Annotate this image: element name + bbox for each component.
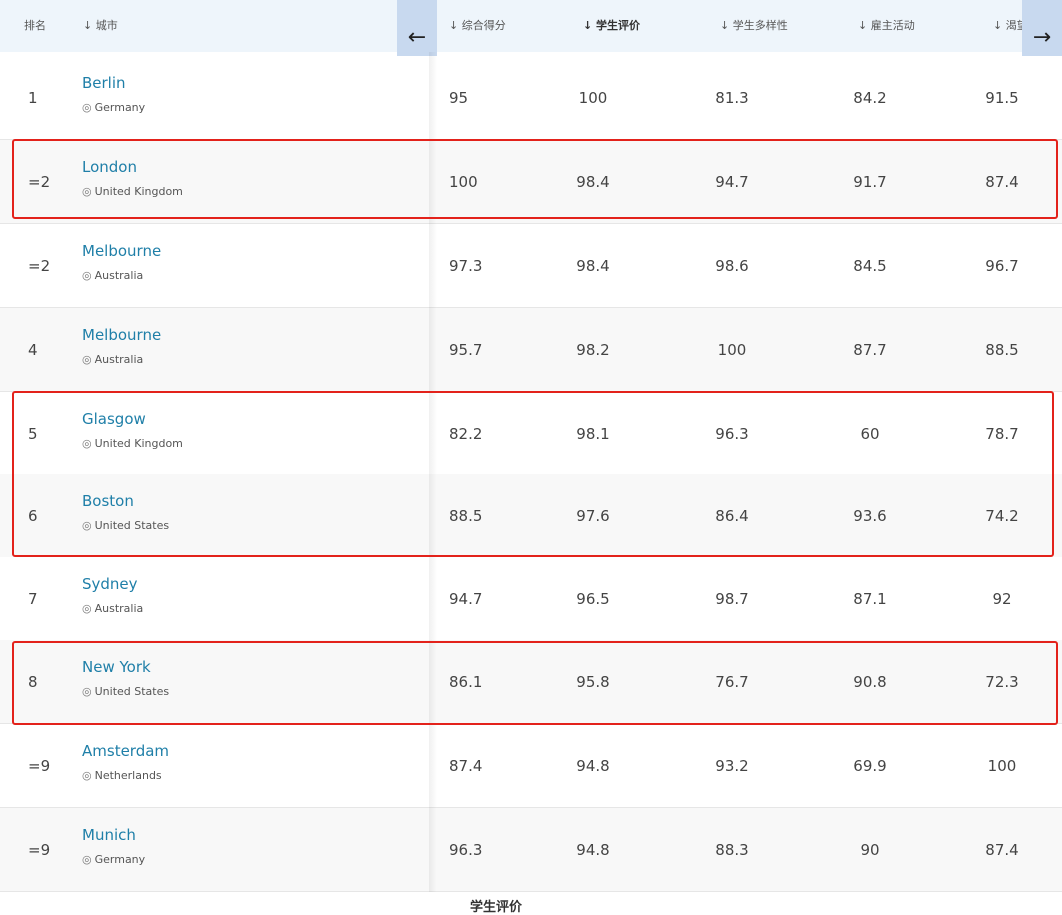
rank-cell: =9 xyxy=(28,757,51,775)
country-text: Australia xyxy=(94,353,144,366)
value-overall: 95 xyxy=(449,89,469,107)
location-pin-icon: ◎ xyxy=(82,353,92,366)
highlight-box-new-york xyxy=(12,641,1058,725)
value-student-view: 100 xyxy=(578,89,608,107)
city-link[interactable]: Berlin xyxy=(82,74,126,92)
country-label: ◎ Netherlands xyxy=(82,769,162,782)
city-link[interactable]: Munich xyxy=(82,826,136,844)
value-employer: 84.5 xyxy=(853,257,887,275)
value-employer: 87.1 xyxy=(853,590,887,608)
city-link[interactable]: Melbourne xyxy=(82,242,161,260)
arrow-left-icon: ← xyxy=(407,24,427,50)
value-employer: 84.2 xyxy=(853,89,887,107)
location-pin-icon: ◎ xyxy=(82,101,92,114)
header-diversity[interactable]: ↓ 学生多样性 xyxy=(720,17,788,33)
value-student-view: 98.2 xyxy=(576,341,610,359)
value-diversity: 93.2 xyxy=(715,757,749,775)
value-overall: 97.3 xyxy=(449,257,483,275)
rank-cell: =2 xyxy=(28,257,51,275)
value-employer: 69.9 xyxy=(853,757,887,775)
country-text: Australia xyxy=(94,602,144,615)
table-row: 1 Berlin ◎ Germany 95 100 81.3 84.2 91.5 xyxy=(0,56,1062,140)
table-row: =2 Melbourne ◎ Australia 97.3 98.4 98.6 84.5 96.… xyxy=(0,224,1062,308)
header-city[interactable]: ↓ 城市 xyxy=(83,17,118,33)
value-last: 96.7 xyxy=(985,257,1019,275)
city-link[interactable]: Amsterdam xyxy=(82,742,169,760)
rank-cell: 7 xyxy=(28,590,38,608)
location-pin-icon: ◎ xyxy=(82,769,92,782)
table-row: =9 Amsterdam ◎ Netherlands 87.4 94.8 93.2 69.9 1… xyxy=(0,724,1062,808)
table-header: 排名 ↓ 城市 ↓ 综合得分 ↓ 学生评价 ↓ 学生多样性 ↓ 雇主活动 ↓ 渴… xyxy=(0,0,1062,52)
value-overall: 94.7 xyxy=(449,590,483,608)
country-label: ◎ Germany xyxy=(82,853,145,866)
value-employer: 87.7 xyxy=(853,341,887,359)
value-diversity: 100 xyxy=(717,341,747,359)
value-student-view: 98.4 xyxy=(576,257,610,275)
value-diversity: 98.7 xyxy=(715,590,749,608)
country-text: Netherlands xyxy=(94,769,162,782)
value-last: 100 xyxy=(987,757,1017,775)
arrow-right-icon: → xyxy=(1032,24,1052,50)
country-label: ◎ Australia xyxy=(82,353,143,366)
value-last: 92 xyxy=(992,590,1012,608)
row-divider xyxy=(0,891,1062,892)
value-student-view: 96.5 xyxy=(576,590,610,608)
city-link[interactable]: Sydney xyxy=(82,575,138,593)
table-row: 7 Sydney ◎ Australia 94.7 96.5 98.7 87.1 92 xyxy=(0,557,1062,641)
country-label: ◎ Australia xyxy=(82,269,143,282)
rank-cell: 1 xyxy=(28,89,38,107)
rank-cell: =9 xyxy=(28,841,51,859)
location-pin-icon: ◎ xyxy=(82,602,92,615)
value-last: 91.5 xyxy=(985,89,1019,107)
country-text: Australia xyxy=(94,269,144,282)
table-row: 4 Melbourne ◎ Australia 95.7 98.2 100 87.7 88.5 xyxy=(0,308,1062,392)
country-label: ◎ Australia xyxy=(82,602,143,615)
value-diversity: 81.3 xyxy=(715,89,749,107)
value-employer: 90 xyxy=(860,841,880,859)
header-rank[interactable]: 排名 xyxy=(24,17,46,33)
value-student-view: 94.8 xyxy=(576,757,610,775)
location-pin-icon: ◎ xyxy=(82,269,92,282)
country-label: ◎ Germany xyxy=(82,101,145,114)
country-text: Germany xyxy=(94,101,146,114)
highlight-box-london xyxy=(12,139,1058,219)
value-overall: 95.7 xyxy=(449,341,483,359)
city-link[interactable]: Melbourne xyxy=(82,326,161,344)
country-text: Germany xyxy=(94,853,146,866)
rank-cell: 4 xyxy=(28,341,38,359)
value-student-view: 94.8 xyxy=(576,841,610,859)
value-overall: 87.4 xyxy=(449,757,483,775)
table-row: =9 Munich ◎ Germany 96.3 94.8 88.3 90 87.4 xyxy=(0,808,1062,892)
header-student-view[interactable]: ↓ 学生评价 xyxy=(583,17,640,33)
location-pin-icon: ◎ xyxy=(82,853,92,866)
value-last: 88.5 xyxy=(985,341,1019,359)
value-overall: 96.3 xyxy=(449,841,483,859)
header-employer[interactable]: ↓ 雇主活动 xyxy=(858,17,915,33)
highlight-box-glasgow-boston xyxy=(12,391,1054,557)
value-last: 87.4 xyxy=(985,841,1019,859)
value-diversity: 88.3 xyxy=(715,841,749,859)
value-diversity: 98.6 xyxy=(715,257,749,275)
header-overall[interactable]: ↓ 综合得分 xyxy=(449,17,506,33)
